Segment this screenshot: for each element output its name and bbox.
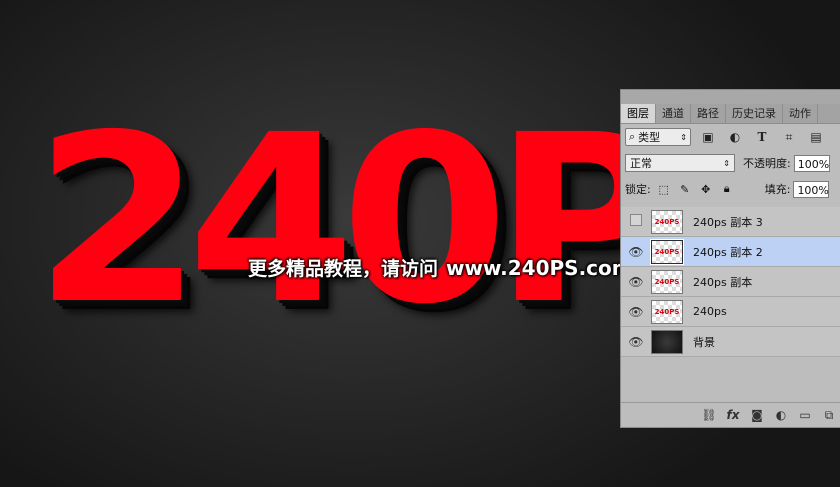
eye-icon[interactable]: 👁︎ bbox=[621, 275, 651, 289]
layer-name: 240ps 副本 3 bbox=[693, 215, 763, 229]
opacity-input[interactable]: 100% bbox=[793, 154, 830, 172]
lock-row: 锁定: ⬚ ✎ ✥ 🔒︎ 填充: 100% bbox=[621, 176, 840, 202]
layers-panel: 图层 通道 路径 历史记录 动作 ⌕ 类型 ⇕ ▣ ◐ T ⌗ ▤ 正常 ⇕ 不… bbox=[620, 89, 840, 428]
folder-icon[interactable]: ▭ bbox=[793, 408, 817, 422]
fill-input[interactable]: 100% bbox=[793, 180, 830, 198]
eye-icon[interactable]: 👁︎ bbox=[621, 305, 651, 319]
fill-label: 填充: bbox=[764, 183, 791, 196]
layer-row[interactable]: 👁︎ 240PS 240ps 副本 bbox=[621, 267, 840, 297]
lock-all-icon[interactable]: 🔒︎ bbox=[719, 182, 735, 196]
new-layer-icon[interactable]: ⧉ bbox=[817, 408, 840, 423]
tab-layers[interactable]: 图层 bbox=[621, 104, 656, 123]
opacity-label: 不透明度: bbox=[743, 157, 791, 170]
blend-row: 正常 ⇕ 不透明度: 100% bbox=[621, 150, 840, 176]
smart-object-icon[interactable]: ▤ bbox=[806, 130, 826, 144]
tab-history[interactable]: 历史记录 bbox=[726, 104, 783, 123]
layer-name: 240ps 副本 bbox=[693, 275, 753, 289]
panel-title-bar[interactable] bbox=[621, 90, 840, 104]
type-icon[interactable]: T bbox=[752, 130, 772, 144]
canvas-big-text: 240P bbox=[34, 85, 671, 355]
watermark: 更多精品教程，请访问 www.240PS.com bbox=[248, 254, 633, 281]
visibility-toggle-icon[interactable] bbox=[621, 214, 651, 229]
layer-name: 240ps bbox=[693, 305, 727, 318]
mask-icon[interactable]: ◙ bbox=[745, 408, 769, 422]
layer-thumbnail: 240PS bbox=[651, 299, 683, 324]
layer-thumbnail bbox=[651, 329, 683, 354]
adjustment-icon[interactable]: ◐ bbox=[725, 130, 745, 144]
adjustment-layer-icon[interactable]: ◐ bbox=[769, 408, 793, 422]
tab-channels[interactable]: 通道 bbox=[656, 104, 691, 123]
blend-mode-value: 正常 bbox=[630, 157, 652, 170]
panel-bottom-bar: ⛓︎ fx ◙ ◐ ▭ ⧉ bbox=[621, 402, 840, 427]
chevron-updown-icon: ⇕ bbox=[680, 132, 687, 142]
tab-paths[interactable]: 路径 bbox=[691, 104, 726, 123]
filter-value: 类型 bbox=[638, 131, 661, 144]
blend-mode-select[interactable]: 正常 ⇕ bbox=[625, 154, 735, 172]
layer-thumbnail: 240PS bbox=[651, 209, 683, 234]
shape-icon[interactable]: ⌗ bbox=[779, 130, 799, 145]
lock-pixels-icon[interactable]: ✎ bbox=[677, 183, 693, 196]
search-icon: ⌕ bbox=[629, 130, 636, 143]
eye-icon[interactable]: 👁︎ bbox=[621, 245, 651, 259]
layer-row[interactable]: 👁︎ 240PS 240ps 副本 2 bbox=[621, 237, 840, 267]
chevron-updown-icon: ⇕ bbox=[723, 158, 730, 168]
layer-thumbnail: 240PS bbox=[650, 238, 684, 265]
fx-icon[interactable]: fx bbox=[721, 408, 745, 422]
lock-transparent-icon[interactable]: ⬚ bbox=[656, 183, 672, 196]
layer-row[interactable]: 240PS 240ps 副本 3 bbox=[621, 207, 840, 237]
layer-row[interactable]: 👁︎ 240PS 240ps bbox=[621, 297, 840, 327]
watermark-text: 更多精品教程，请访问 bbox=[248, 258, 439, 280]
lock-label: 锁定: bbox=[625, 183, 651, 196]
layer-filter-select[interactable]: ⌕ 类型 ⇕ bbox=[625, 128, 691, 146]
image-icon[interactable]: ▣ bbox=[698, 130, 718, 144]
tab-actions[interactable]: 动作 bbox=[783, 104, 818, 123]
filter-row: ⌕ 类型 ⇕ ▣ ◐ T ⌗ ▤ bbox=[621, 124, 840, 150]
panel-tabs: 图层 通道 路径 历史记录 动作 bbox=[621, 104, 840, 124]
layer-row[interactable]: 👁︎ 背景 bbox=[621, 327, 840, 357]
link-icon[interactable]: ⛓︎ bbox=[697, 408, 721, 422]
watermark-url: www.240PS.com bbox=[446, 256, 633, 280]
eye-icon[interactable]: 👁︎ bbox=[621, 335, 651, 349]
layer-thumbnail: 240PS bbox=[651, 269, 683, 294]
layer-name: 240ps 副本 2 bbox=[693, 245, 763, 259]
layer-name: 背景 bbox=[693, 335, 715, 349]
layers-list: 240PS 240ps 副本 3 👁︎ 240PS 240ps 副本 2 👁︎ … bbox=[621, 207, 840, 357]
lock-position-icon[interactable]: ✥ bbox=[698, 183, 714, 196]
